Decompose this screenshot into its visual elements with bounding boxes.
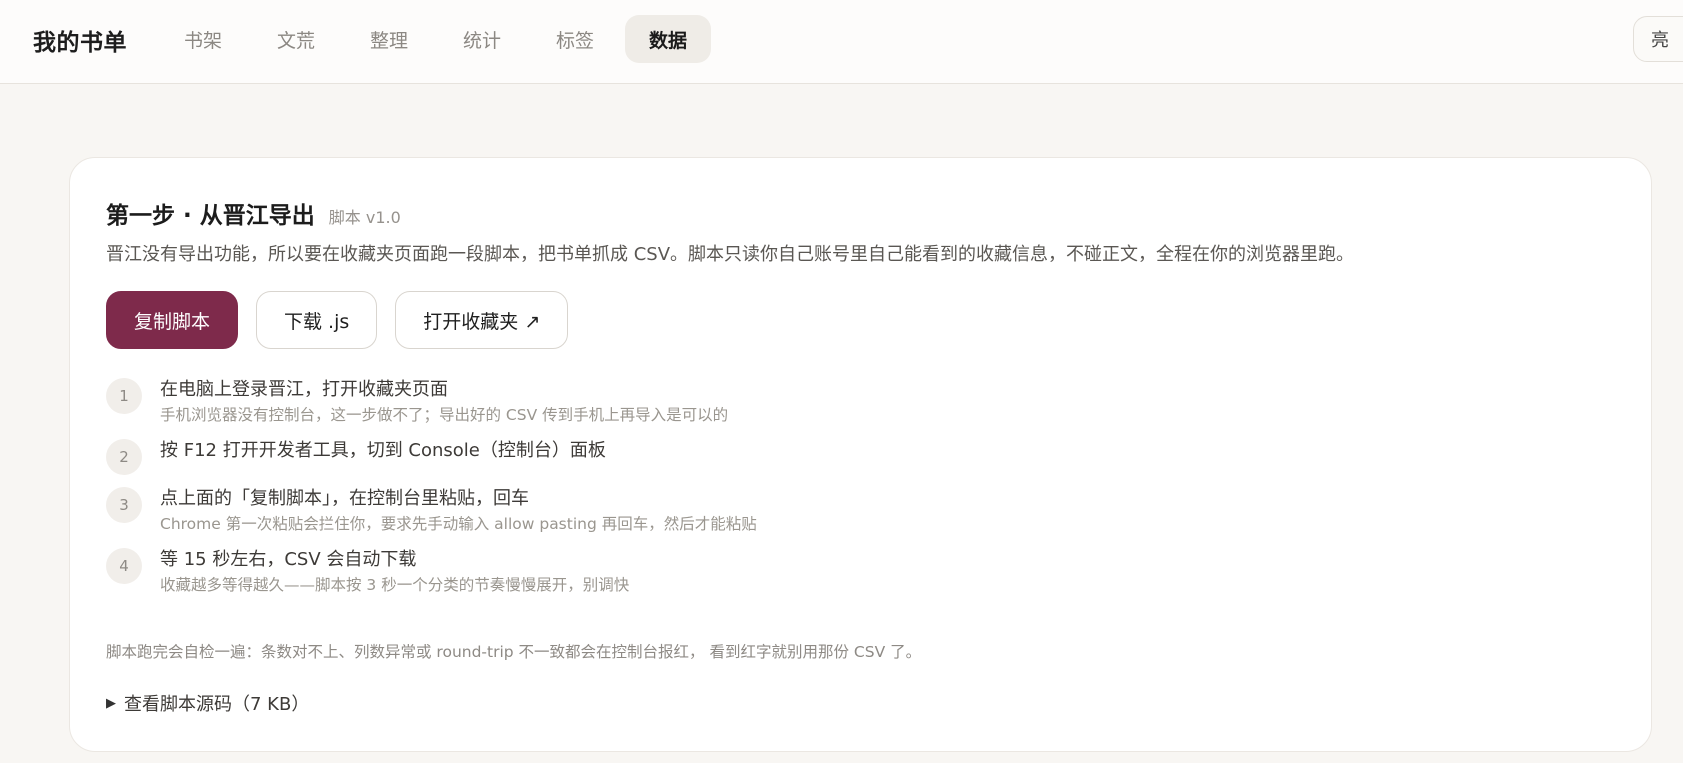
card-title: 第一步 · 从晋江导出 xyxy=(106,203,315,229)
theme-toggle-button[interactable]: 亮 xyxy=(1633,16,1683,62)
step-title: 等 15 秒左右，CSV 会自动下载 xyxy=(160,549,417,570)
nav-item-stats[interactable]: 统计 xyxy=(439,15,525,63)
nav-item-tags[interactable]: 标签 xyxy=(532,15,618,63)
step-title: 在电脑上登录晋江，打开收藏夹页面 xyxy=(160,379,448,400)
view-source-toggle[interactable]: ▶ 查看脚本源码（7 KB） xyxy=(106,690,309,716)
step-number-badge: 2 xyxy=(106,439,142,475)
step-number-badge: 1 xyxy=(106,378,142,414)
export-card: 第一步 · 从晋江导出 脚本 v1.0 晋江没有导出功能，所以要在收藏夹页面跑一… xyxy=(69,157,1652,752)
step-number-badge: 3 xyxy=(106,487,142,523)
top-nav-bar: 我的书单 书架 文荒 整理 统计 标签 数据 亮 xyxy=(0,0,1683,84)
nav-item-bookshelf[interactable]: 书架 xyxy=(160,15,246,63)
app-brand[interactable]: 我的书单 xyxy=(33,0,127,80)
main-nav: 书架 文荒 整理 统计 标签 数据 xyxy=(160,15,718,63)
disclosure-triangle-icon: ▶ xyxy=(106,695,116,711)
action-buttons: 复制脚本 下载 .js 打开收藏夹 ↗ xyxy=(106,291,569,349)
nav-item-data[interactable]: 数据 xyxy=(625,15,711,63)
step-title: 按 F12 打开开发者工具，切到 Console（控制台）面板 xyxy=(160,440,606,461)
download-js-button[interactable]: 下载 .js xyxy=(256,291,378,349)
step-note: 收藏越多等得越久——脚本按 3 秒一个分类的节奏慢慢展开，别调快 xyxy=(160,576,630,594)
open-favorites-button[interactable]: 打开收藏夹 ↗ xyxy=(395,291,569,349)
script-version-label: 脚本 v1.0 xyxy=(328,208,401,227)
self-check-footnote: 脚本跑完会自检一遍：条数对不上、列数异常或 round-trip 不一致都会在控… xyxy=(106,643,922,661)
view-source-label: 查看脚本源码（7 KB） xyxy=(124,694,310,715)
step-title: 点上面的「复制脚本」，在控制台里粘贴，回车 xyxy=(160,488,529,509)
nav-item-organize[interactable]: 整理 xyxy=(346,15,432,63)
card-header: 第一步 · 从晋江导出 脚本 v1.0 xyxy=(106,196,401,230)
step-note: Chrome 第一次粘贴会拦住你，要求先手动输入 allow pasting 再… xyxy=(160,515,757,533)
nav-item-book-shortage[interactable]: 文荒 xyxy=(253,15,339,63)
copy-script-button[interactable]: 复制脚本 xyxy=(106,291,239,349)
step-note: 手机浏览器没有控制台，这一步做不了；导出好的 CSV 传到手机上再导入是可以的 xyxy=(160,406,729,424)
step-number-badge: 4 xyxy=(106,548,142,584)
card-description: 晋江没有导出功能，所以要在收藏夹页面跑一段脚本，把书单抓成 CSV。脚本只读你自… xyxy=(106,244,1355,265)
